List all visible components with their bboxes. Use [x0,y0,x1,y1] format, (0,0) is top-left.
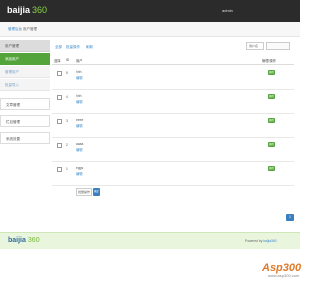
row-delete-button[interactable]: 删除 [268,118,275,123]
row-id: 1 [66,167,68,171]
refresh-link[interactable]: 刷新 [86,45,93,50]
pagination-page-1[interactable]: 1 [286,214,294,221]
row-delete-button[interactable]: 删除 [268,94,275,99]
sidebar-item-manage-users[interactable]: 管理用户 [0,66,50,78]
row-checkbox[interactable] [57,71,62,76]
search-input[interactable]: 用户名 [246,42,264,50]
sidebar-item-import[interactable]: 批量导入 [0,79,50,91]
footer-logo: baijia 360 [8,237,40,244]
batch-submit-button[interactable]: 确定 [93,188,100,196]
breadcrumb-separator: / [20,27,21,31]
col-actions: 管理/操作 [262,59,277,63]
row-delete-button[interactable]: 删除 [268,166,275,171]
user-menu[interactable]: admin [222,8,233,13]
sidebar-group-users[interactable]: 用户管理 [0,40,50,52]
col-select: 选择 [54,59,61,63]
filter-all-link[interactable]: 全部 [55,45,62,50]
row-delete-button[interactable]: 删除 [268,70,275,75]
row-username: hhh [76,94,82,98]
sidebar-item-add-user[interactable]: 添加用户 [0,53,50,65]
batch-select[interactable]: 批量操作 [76,188,92,196]
footer: baijia 360 Powered by baijia360 [0,232,300,249]
row-username: aaaa [76,142,84,146]
breadcrumb: 管理后台 / 用户管理 [0,22,300,37]
watermark-sub: www.asp300.com [268,273,300,278]
row-checkbox[interactable] [57,143,62,148]
row-id: 2 [66,143,68,147]
row-id: 3 [66,119,68,123]
footer-brand-name: baijia [8,237,26,244]
table-row: 2 aaaa 编辑 删除 [52,138,294,162]
row-edit-link[interactable]: 编辑 [76,123,83,128]
brand-logo[interactable]: baijia 360 [7,5,47,15]
powered-link[interactable]: baijia360 [263,239,276,243]
table-row: 3 eeee 编辑 删除 [52,114,294,138]
col-id: ID [66,58,70,62]
brand-name: baijia [7,5,31,15]
table-row: 1 eggs 编辑 删除 [52,162,294,186]
row-edit-link[interactable]: 编辑 [76,171,83,176]
table-header: 选择 ID 用户 管理/操作 [52,56,294,65]
search-field[interactable] [266,42,290,50]
row-checkbox[interactable] [57,119,62,124]
row-edit-link[interactable]: 编辑 [76,99,83,104]
brand-number: 360 [32,5,48,15]
top-navbar: baijia 360 admin [0,0,300,22]
row-id: 4 [66,95,68,99]
row-checkbox[interactable] [57,95,62,100]
row-username: hhh [76,70,82,74]
powered-by: Powered by baijia360 [245,239,277,243]
row-username: eggs [76,166,84,170]
table-row: 4 hhh 编辑 删除 [52,90,294,114]
row-delete-button[interactable]: 删除 [268,142,275,147]
footer-brand-number: 360 [27,237,40,244]
batch-action-link[interactable]: 批量操作 [66,45,80,50]
watermark-logo: Asp300 www.asp300.com [262,262,301,278]
breadcrumb-current: 用户管理 [23,27,37,31]
row-id: 5 [66,71,68,75]
row-username: eeee [76,118,84,122]
sidebar-item-articles[interactable]: 文章管理 [0,98,50,110]
row-edit-link[interactable]: 编辑 [76,147,83,152]
sidebar-item-categories[interactable]: 栏目管理 [0,115,50,127]
sidebar-item-settings[interactable]: 系统设置 [0,132,50,144]
row-edit-link[interactable]: 编辑 [76,75,83,80]
col-user: 用户 [76,59,83,63]
table-row: 5 hhh 编辑 删除 [52,66,294,90]
row-checkbox[interactable] [57,167,62,172]
powered-prefix: Powered by [245,239,263,243]
